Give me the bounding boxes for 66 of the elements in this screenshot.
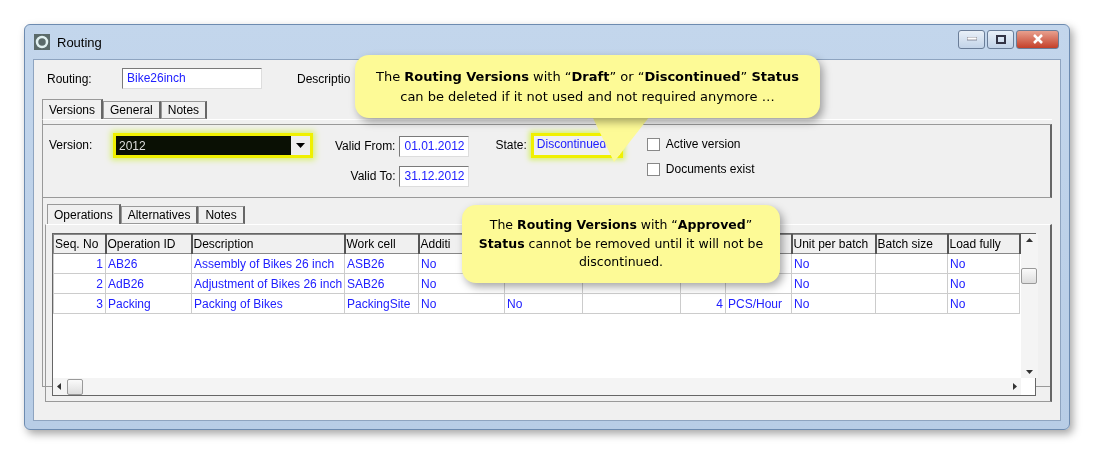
routing-field[interactable]: Bike26inch: [122, 68, 262, 89]
down-arrow-icon[interactable]: [1025, 370, 1033, 374]
table-cell: Packing of Bikes: [191, 293, 345, 314]
table-cell: ASB26: [344, 253, 419, 274]
maximize-button[interactable]: [987, 29, 1014, 49]
tab[interactable]: Operations: [47, 204, 121, 224]
table-cell: Assembly of Bikes 26 inch: [191, 253, 345, 274]
maximize-icon: [995, 34, 1006, 44]
window-title: Routing: [57, 34, 102, 50]
table-cell: PCS/Hour: [725, 293, 792, 314]
version-dropdown[interactable]: 2012: [113, 133, 313, 158]
close-button[interactable]: [1016, 29, 1059, 49]
table-cell: SAB26: [344, 273, 419, 294]
column-header[interactable]: Load fully: [947, 234, 1020, 254]
up-arrow-icon[interactable]: [1025, 238, 1033, 242]
table-cell: 2: [53, 273, 106, 294]
tab[interactable]: Versions: [42, 99, 104, 119]
scroll-thumb[interactable]: [1021, 268, 1037, 284]
column-header[interactable]: Work cell: [344, 234, 419, 254]
table-cell: No: [791, 293, 876, 314]
column-header[interactable]: Operation ID: [105, 234, 192, 254]
valid-to-field[interactable]: 31.12.2012: [399, 165, 470, 187]
routing-label: Routing:: [46, 71, 93, 86]
table-cell: 4: [680, 293, 726, 314]
table-cell: No: [947, 253, 1020, 274]
version-label: Version:: [49, 138, 94, 154]
horizontal-scrollbar[interactable]: [53, 378, 1021, 395]
column-header[interactable]: Seq. No: [53, 234, 106, 254]
valid-to-label: Valid To:: [350, 169, 396, 183]
checkbox-label: Active version: [665, 137, 741, 151]
valid-from-label: Valid From:: [335, 139, 396, 153]
valid-from-field[interactable]: 01.01.2012: [399, 135, 470, 157]
right-arrow-icon[interactable]: [1012, 383, 1017, 390]
table-cell: No: [947, 293, 1020, 314]
table-cell: 3: [53, 293, 106, 314]
table-cell: No: [947, 273, 1020, 294]
caret-icon: [296, 143, 305, 148]
vertical-scrollbar[interactable]: [1020, 234, 1038, 378]
tab[interactable]: Notes: [198, 206, 245, 224]
close-icon: [1032, 34, 1043, 44]
table-cell: Packing: [105, 293, 192, 314]
checkbox-label: Documents exist: [665, 162, 755, 176]
column-header[interactable]: Unit per batch: [791, 234, 876, 254]
table-cell: No: [504, 293, 583, 314]
table-cell: No: [791, 273, 876, 294]
table-cell: AB26: [105, 253, 192, 274]
tab[interactable]: Notes: [160, 101, 208, 119]
callout-text: The Routing Versions with “Draft” or “Discontinued” Status can be deleted if it not used and not required anymore …: [374, 68, 801, 106]
state-label: State:: [495, 138, 527, 154]
column-header[interactable]: Batch size: [875, 234, 948, 254]
table-cell: PackingSite: [344, 293, 419, 314]
table-cell: No: [418, 293, 505, 314]
table-cell: Adjustment of Bikes 26 inch: [191, 273, 345, 294]
column-header[interactable]: Description: [191, 234, 345, 254]
table-cell: 1: [53, 253, 106, 274]
checkbox[interactable]: [646, 162, 660, 176]
minimize-icon: [966, 37, 977, 41]
left-arrow-icon[interactable]: [57, 383, 61, 390]
table-cell: AdB26: [105, 273, 192, 294]
table-cell: No: [791, 253, 876, 274]
tab[interactable]: General: [103, 101, 161, 119]
checkbox[interactable]: [646, 137, 660, 151]
description-label: Descriptio: [297, 71, 351, 86]
minimize-button[interactable]: [958, 29, 985, 49]
tab[interactable]: Alternatives: [120, 206, 199, 224]
scroll-thumb[interactable]: [67, 378, 83, 395]
